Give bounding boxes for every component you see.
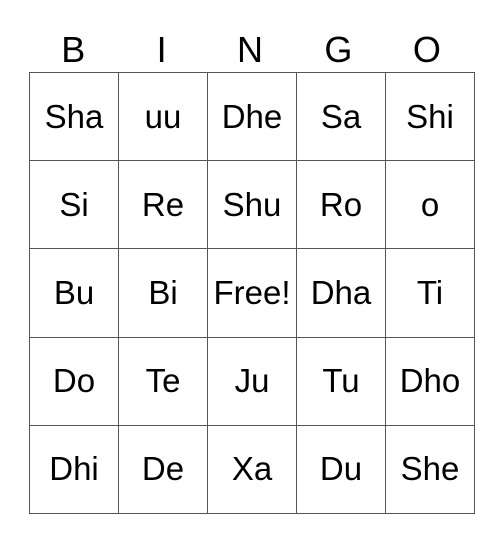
header-letter: I [156, 29, 167, 70]
bingo-cell[interactable]: Dhe [207, 71, 297, 162]
bingo-cell[interactable]: Xa [207, 424, 297, 515]
bingo-row: Do Te Ju Tu Dho [29, 336, 475, 426]
bingo-row: Sha uu Dhe Sa Shi [29, 71, 475, 162]
free-space-cell[interactable]: Free! [207, 248, 297, 338]
bingo-cell[interactable]: Sa [296, 71, 386, 162]
header-letter: N [237, 29, 264, 70]
header-letter: B [61, 29, 86, 70]
bingo-card: Sha uu Dhe Sa Shi Si Re Shu Ro o Bu Bi Free! Dha Ti Do T… [29, 71, 475, 515]
bingo-cell[interactable]: Ju [207, 336, 297, 426]
header-letter: G [324, 29, 353, 70]
header-letter: O [412, 29, 441, 70]
bingo-cell[interactable]: Shi [385, 71, 475, 162]
bingo-cell[interactable]: Sha [29, 71, 119, 162]
bingo-row: Dhi De Xa Du She [29, 424, 475, 515]
bingo-cell[interactable]: Tu [296, 336, 386, 426]
bingo-cell[interactable]: Du [296, 424, 386, 515]
bingo-cell[interactable]: De [118, 424, 208, 515]
bingo-cell[interactable]: Dha [296, 248, 386, 338]
bingo-cell[interactable]: Dhi [29, 424, 119, 515]
bingo-header: B I N G O [29, 30, 471, 70]
bingo-cell[interactable]: Shu [207, 160, 297, 250]
bingo-cell[interactable]: Re [118, 160, 208, 250]
bingo-cell[interactable]: Te [118, 336, 208, 426]
bingo-cell[interactable]: uu [118, 71, 208, 162]
bingo-cell[interactable]: Ro [296, 160, 386, 250]
bingo-cell[interactable]: Dho [385, 336, 475, 426]
bingo-cell[interactable]: o [385, 160, 475, 250]
bingo-cell[interactable]: Bu [29, 248, 119, 338]
bingo-row: Si Re Shu Ro o [29, 160, 475, 250]
bingo-row: Bu Bi Free! Dha Ti [29, 248, 475, 338]
bingo-cell[interactable]: Ti [385, 248, 475, 338]
bingo-cell[interactable]: Bi [118, 248, 208, 338]
bingo-cell[interactable]: Do [29, 336, 119, 426]
bingo-cell[interactable]: She [385, 424, 475, 515]
bingo-cell[interactable]: Si [29, 160, 119, 250]
